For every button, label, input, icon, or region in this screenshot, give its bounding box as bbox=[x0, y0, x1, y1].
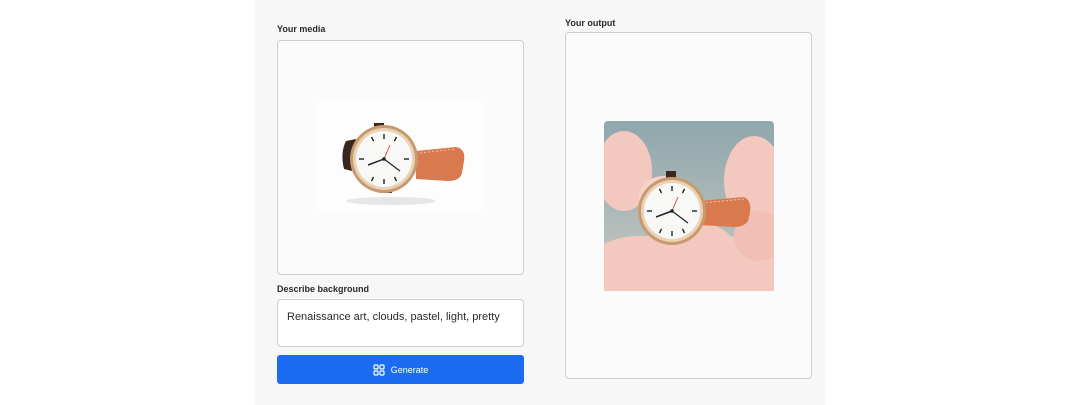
wristwatch-on-clouds[interactable] bbox=[604, 121, 774, 291]
your-output-label: Your output bbox=[565, 18, 616, 28]
generate-button[interactable]: Generate bbox=[277, 355, 524, 384]
wristwatch-photo bbox=[316, 101, 486, 211]
media-upload-area[interactable] bbox=[277, 40, 524, 275]
generate-button-label: Generate bbox=[390, 364, 429, 375]
output-area bbox=[565, 32, 812, 379]
prompt-value: Renaissance art, clouds, pastel, light, … bbox=[287, 311, 500, 323]
your-media-label: Your media bbox=[277, 24, 326, 34]
sparkle-grid-icon bbox=[373, 363, 385, 376]
background-prompt-input[interactable]: Renaissance art, clouds, pastel, light, … bbox=[277, 299, 524, 347]
describe-background-label: Describe background bbox=[277, 284, 370, 294]
